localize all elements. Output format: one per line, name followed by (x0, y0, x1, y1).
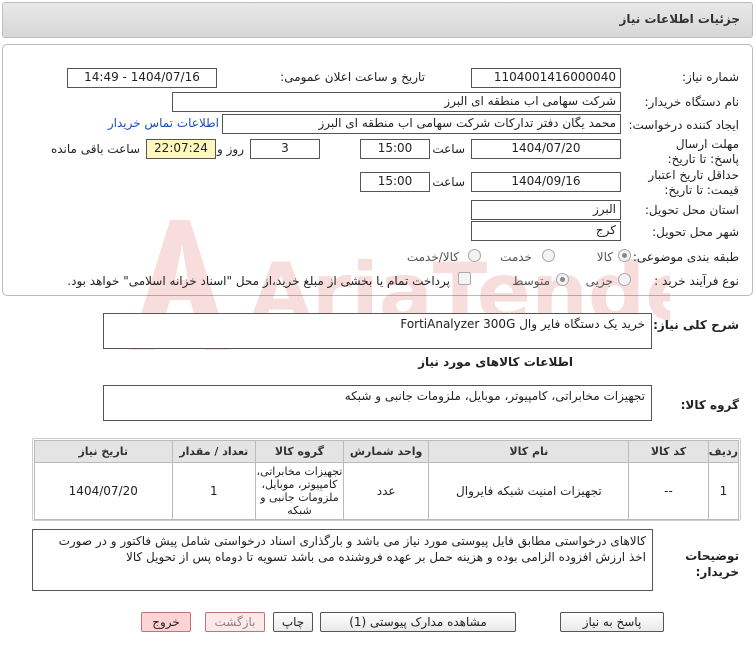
cell-group-line: شبکه (287, 504, 312, 517)
deadline-time-label: ساعت (432, 142, 465, 156)
print-button[interactable]: چاپ (273, 612, 313, 632)
treasury-note: پرداخت تمام یا بخشی از مبلغ خرید،از محل … (67, 274, 450, 288)
cell-group-line: ملزومات جانبی و (260, 491, 339, 504)
announce-date-field: 1404/07/16 - 14:49 (67, 68, 217, 88)
cell-name: تجهیزات امنیت شبکه فایروال (428, 462, 630, 520)
buyer-contact-link[interactable]: اطلاعات تماس خریدار (108, 116, 219, 130)
goods-group-label: گروه کالا: (680, 398, 739, 412)
city-field: کرج (471, 221, 621, 241)
category-goods-radio[interactable] (618, 249, 631, 262)
validity-time-field: 15:00 (360, 172, 430, 192)
deadline-label: مهلت ارسال پاسخ: تا تاریخ: (667, 137, 739, 166)
col-row: ردیف (707, 440, 740, 463)
remaining-time-label: ساعت باقی مانده (50, 142, 140, 156)
buyer-org-field: شرکت سهامی اب منطقه ای البرز (172, 92, 621, 112)
cell-group: تجهیزات مخابراتی، کامپیوتر، موبایل، ملزو… (255, 462, 344, 520)
col-group: گروه کالا (255, 440, 344, 463)
validity-time-label: ساعت (432, 175, 465, 189)
city-label: شهر محل تحویل: (652, 225, 739, 239)
summary-label: شرح کلی نیاز: (653, 318, 739, 332)
category-both-radio[interactable] (468, 249, 481, 262)
cell-row: 1 (707, 462, 740, 520)
province-label: استان محل تحویل: (644, 203, 739, 217)
deadline-date-field: 1404/07/20 (471, 139, 621, 159)
process-partial-label: جزیی (585, 274, 613, 288)
category-service-label: خدمت (500, 250, 532, 264)
items-table: ردیف کد کالا نام کالا واحد شمارش گروه کا… (34, 440, 740, 520)
cell-code: -- (628, 462, 709, 520)
announce-date-label: تاریخ و ساعت اعلان عمومی: (280, 70, 425, 84)
cell-date: 1404/07/20 (34, 462, 173, 520)
col-name: نام کالا (428, 440, 630, 463)
category-goods-label: کالا (596, 250, 613, 264)
category-both-label: کالا/خدمت (406, 250, 459, 264)
back-button[interactable]: بازگشت (205, 612, 265, 632)
deadline-time-field: 15:00 (360, 139, 430, 159)
requester-field: محمد یگان دفتر تداركات شركت سهامی اب منط… (222, 114, 621, 134)
view-attachments-button[interactable]: مشاهده مدارک پیوستی (1) (320, 612, 516, 632)
col-qty: تعداد / مقدار (171, 440, 257, 463)
buyer-org-label: نام دستگاه خریدار: (644, 95, 740, 109)
summary-textbox: خرید یک دستگاه فایر وال FortiAnalyzer 30… (103, 313, 652, 349)
requester-label: ایجاد کننده درخواست: (628, 118, 739, 132)
remaining-time-field: 22:07:24 (146, 139, 216, 159)
reply-button[interactable]: پاسخ به نیاز (560, 612, 664, 632)
days-label: روز و (217, 142, 244, 156)
cell-group-line: کامپیوتر، موبایل، (261, 478, 338, 491)
goods-section-title: اطلاعات کالاهای مورد نیاز (418, 355, 573, 369)
category-label: طبقه بندی موضوعی: (632, 250, 739, 264)
treasury-checkbox[interactable] (458, 272, 471, 285)
buyer-notes-textbox: کالاهای درخواستی مطابق فایل پیوستی مورد … (32, 529, 653, 591)
exit-button[interactable]: خروج (141, 612, 191, 632)
process-medium-radio[interactable] (556, 273, 569, 286)
validity-date-field: 1404/09/16 (471, 172, 621, 192)
process-partial-radio[interactable] (618, 273, 631, 286)
goods-group-textbox: تجهیزات مخابراتی، کامپیوتر، موبایل، ملزو… (103, 385, 652, 421)
cell-qty: 1 (171, 462, 257, 520)
days-field: 3 (250, 139, 320, 159)
category-service-radio[interactable] (542, 249, 555, 262)
need-number-field: 1104001416000040 (471, 68, 621, 88)
buyer-notes-label: توضیحات خریدار: (685, 549, 739, 579)
table-row: 1 -- تجهیزات امنیت شبکه فایروال عدد تجهی… (34, 462, 740, 520)
cell-unit: عدد (342, 462, 430, 520)
validity-label: حداقل تاریخ اعتبار قیمت: تا تاریخ: (648, 168, 739, 197)
col-code: کد کالا (628, 440, 709, 463)
process-medium-label: متوسط (512, 274, 550, 288)
page-header: جزئیات اطلاعات نیاز (2, 2, 753, 38)
need-number-label: شماره نیاز: (682, 70, 739, 84)
province-field: البرز (471, 200, 621, 220)
process-label: نوع فرآیند خرید : (654, 274, 739, 288)
col-unit: واحد شمارش (342, 440, 430, 463)
col-date: تاریخ نیاز (34, 440, 173, 463)
cell-group-line: تجهیزات مخابراتی، (256, 465, 343, 478)
page-title: جزئیات اطلاعات نیاز (619, 12, 740, 26)
